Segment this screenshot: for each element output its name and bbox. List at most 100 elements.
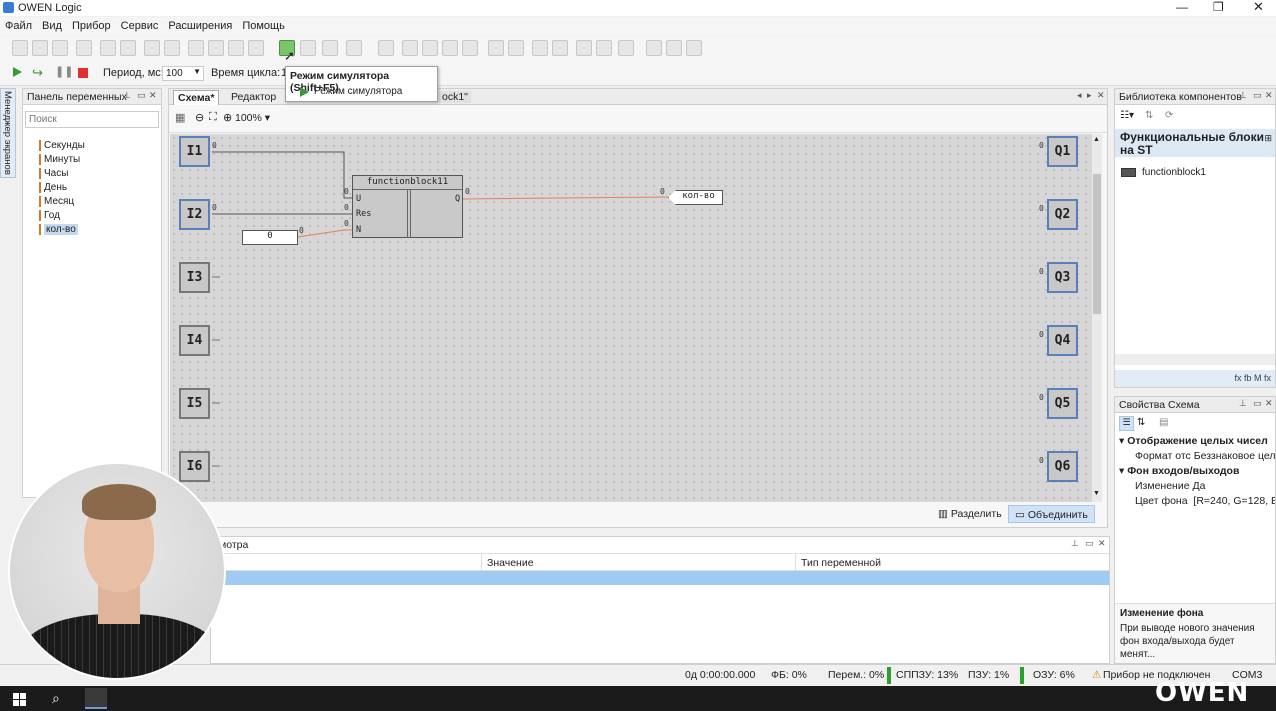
function-block[interactable]: functionblock11 U Res N Q [352,175,463,238]
wire-out [462,196,669,200]
refresh-icon[interactable]: ⟳ [1165,110,1173,121]
component-library-title: Библиотека компонентов [1119,91,1242,103]
input-i6[interactable]: I6 [179,451,210,482]
properties-title: Свойства Схема [1119,399,1200,411]
pin-icon[interactable]: ⊥ [1239,398,1247,409]
play-icon [300,87,309,97]
input-i5[interactable]: I5 [179,388,210,419]
library-item[interactable]: functionblock1 [1121,167,1275,178]
status-ozu: ОЗУ: 6% [1033,669,1075,681]
input-i2[interactable]: I2 [179,199,210,230]
output-q2[interactable]: Q2 [1047,199,1078,230]
pin-value: 0 [1039,204,1044,213]
pin-value: 0 [1039,267,1044,276]
windows-start-icon[interactable] [13,693,26,706]
fb-input-u[interactable]: U [356,194,361,204]
constant-block[interactable]: 0 [242,230,298,245]
property-name: Формат отс [1135,450,1191,462]
alphabetical-icon[interactable]: ⇅ [1137,417,1145,428]
column-type[interactable]: Тип переменной [801,557,881,569]
wire-const [297,229,352,238]
merge-button[interactable]: ▭ Объединить [1008,505,1095,523]
taskbar: ⌕ OWEN [0,678,1276,711]
split-button[interactable]: ▥ Разделить [938,508,1002,520]
table-row[interactable] [211,571,1109,585]
pin-value: 0 [344,187,349,196]
property-name: Цвет фона [1135,495,1188,507]
split-icon: ▥ [938,508,951,520]
pin-value: 0 [1039,141,1044,150]
view-mode-icon[interactable]: ☷▾ [1120,110,1134,121]
library-hscrollbar[interactable] [1115,354,1275,365]
output-q5[interactable]: Q5 [1047,388,1078,419]
column-divider [795,554,796,571]
input-i1[interactable]: I1 [179,136,210,167]
close-panel-icon[interactable]: ✕ [1265,90,1273,101]
categorized-icon[interactable]: ☰ [1119,416,1134,431]
output-q3[interactable]: Q3 [1047,262,1078,293]
collapse-icon: ▾ [1119,435,1128,447]
output-variable-block[interactable]: кол-во [668,190,723,205]
status-pzu: ПЗУ: 1% [968,669,1010,681]
library-group-header[interactable]: Функциональные блоки на ST ⊞ [1115,129,1275,157]
properties-panel: Свойства Схема ⊥ ▭ ✕ ☰ ⇅ ▤ ▾ Отображение… [1114,396,1276,664]
column-value[interactable]: Значение [487,557,534,569]
property-description: Изменение фона При выводе нового значени… [1115,603,1275,663]
watch-table-header: Значение Тип переменной [211,553,1109,571]
maximize-panel-icon[interactable]: ▭ [1253,90,1262,101]
pin-icon[interactable]: ⊥ [1071,538,1079,549]
input-label: I2 [186,207,203,222]
input-label: I1 [186,144,203,159]
maximize-panel-icon[interactable]: ▭ [1253,398,1262,409]
output-q4[interactable]: Q4 [1047,325,1078,356]
output-q6[interactable]: Q6 [1047,451,1078,482]
property-name: Изменение [1135,480,1190,492]
fb-input-n[interactable]: N [356,225,361,235]
output-label: Q6 [1054,459,1071,474]
search-icon[interactable]: ⌕ [52,690,60,707]
pin-value: 0 [344,203,349,212]
group-pin-icon[interactable]: ⊞ [1264,132,1272,145]
status-ozu-bar [1020,667,1024,684]
fb-output-q[interactable]: Q [455,194,460,204]
watch-panel: мотра ⊥ ▭ ✕ Значение Тип переменной [210,536,1110,664]
input-i3[interactable]: I3 [179,262,210,293]
maximize-panel-icon[interactable]: ▭ [1085,538,1094,549]
output-label: Q2 [1054,207,1071,222]
library-item-label: functionblock1 [1142,167,1206,178]
pin-value: 0 [465,187,470,196]
library-toolbar: ☷▾ ⇅ ⟳ [1115,105,1275,129]
input-label: I3 [186,270,203,285]
fb-input-res[interactable]: Res [356,209,371,219]
property-row[interactable]: Формат отс Беззнаковое цело [1115,450,1275,465]
property-row[interactable]: Цвет фона [R=240, G=128, B= [1115,495,1275,510]
properties-header: Свойства Схема ⊥ ▭ ✕ [1115,397,1275,413]
library-group-title: Функциональные блоки на ST [1120,130,1264,157]
library-footer-icons[interactable]: fx fb M fx [1234,373,1271,383]
tooltip-item[interactable]: Режим симулятора [314,86,402,97]
merge-label: Объединить [1027,509,1088,521]
warning-icon: ⚠ [1092,669,1102,681]
property-group[interactable]: ▾ Отображение целых чисел [1115,435,1275,450]
split-merge-bar: ▥ Разделить ▭ Объединить [930,505,1100,525]
sort-icon[interactable]: ⇅ [1145,110,1153,121]
status-sppzu: СППЗУ: 13% [896,669,959,681]
output-label: Q3 [1054,270,1071,285]
close-panel-icon[interactable]: ✕ [1265,398,1273,409]
property-pages-icon[interactable]: ▤ [1159,417,1168,428]
group-label: Отображение целых чисел [1127,435,1268,447]
function-block-divider [410,190,411,238]
watch-panel-header: мотра ⊥ ▭ ✕ [211,537,1109,553]
output-label: Q5 [1054,396,1071,411]
close-panel-icon[interactable]: ✕ [1098,538,1106,549]
input-label: I6 [186,459,203,474]
output-q1[interactable]: Q1 [1047,136,1078,167]
pin-value: 0 [344,219,349,228]
owen-logic-taskbar-icon[interactable] [85,688,107,709]
property-group[interactable]: ▾ Фон входов/выходов [1115,465,1275,480]
column-divider [481,554,482,571]
pin-icon[interactable]: ⊥ [1239,90,1247,101]
pin-value: 0 [299,226,304,235]
property-row[interactable]: Изменение Да [1115,480,1275,495]
input-i4[interactable]: I4 [179,325,210,356]
